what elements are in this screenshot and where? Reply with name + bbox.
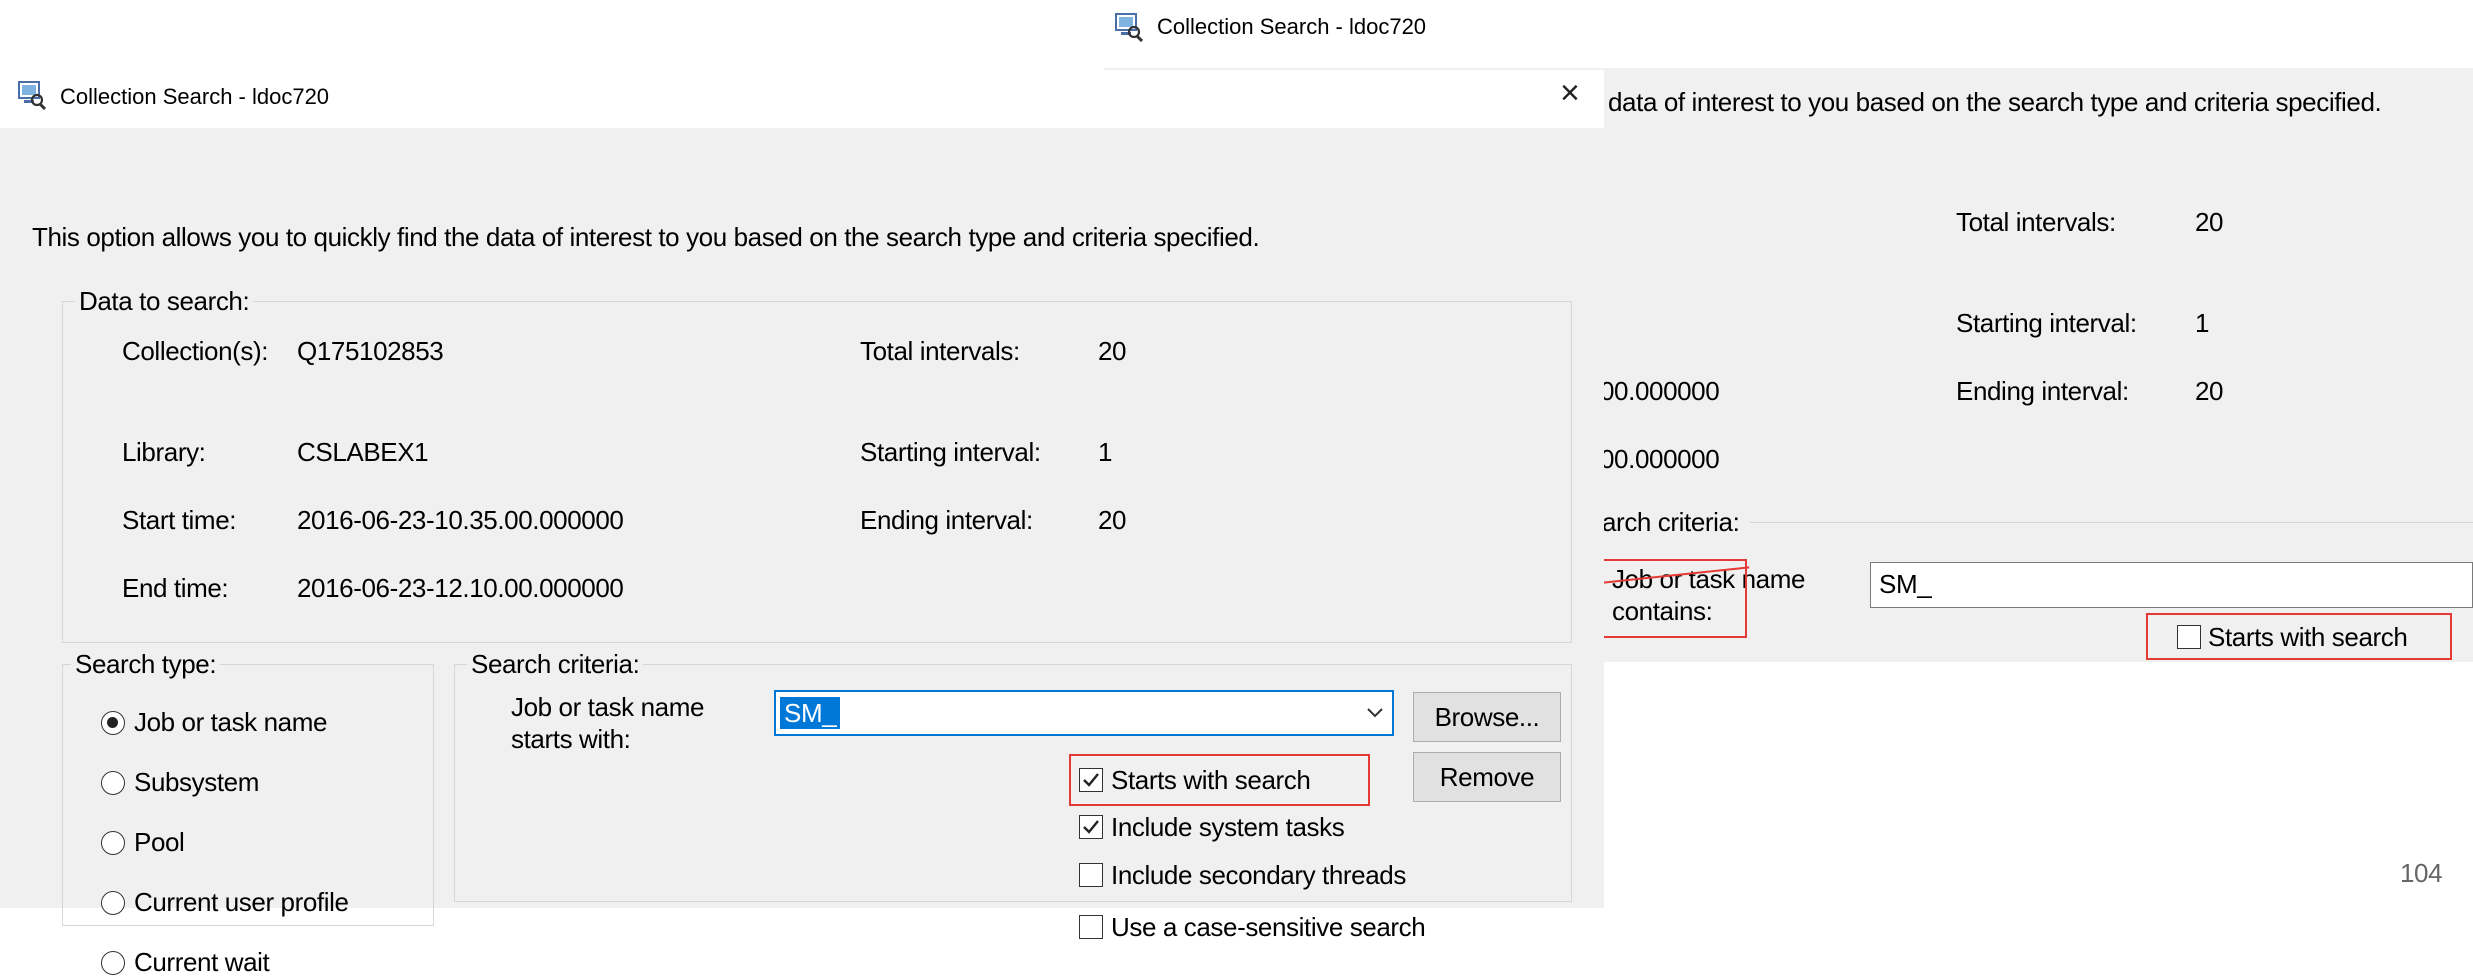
back-job-label-highlight (1600, 559, 1747, 638)
radio-selected-dot (107, 717, 118, 728)
dialog-client: This option allows you to quickly find t… (0, 128, 1604, 977)
back-end-time-value: 00.000000 (1600, 444, 1720, 474)
collection-label: Collection(s): (122, 336, 269, 366)
search-type-label: Current user profile (134, 887, 349, 917)
radio-job-or-task-name[interactable] (101, 711, 125, 735)
search-type-label: Pool (134, 827, 185, 857)
back-window-title: Collection Search - ldoc720 (1157, 14, 1427, 39)
job-name-combo[interactable]: SM_ (774, 690, 1394, 736)
chevron-down-icon[interactable] (1366, 706, 1384, 720)
back-search-combo[interactable]: SM_ (1870, 562, 2473, 608)
page-number: 104 (2400, 858, 2443, 888)
back-start-time-value: 00.000000 (1600, 376, 1720, 406)
radio-current-wait[interactable] (101, 951, 125, 975)
back-starting-interval-label: Starting interval: (1956, 308, 2137, 338)
collection-value: Q175102853 (297, 336, 444, 366)
starting-interval-value: 1 (1098, 437, 1113, 467)
back-total-intervals-label: Total intervals: (1956, 207, 2116, 237)
remove-button[interactable]: Remove (1413, 752, 1561, 802)
back-description: data of interest to you based on the sea… (1608, 87, 2382, 117)
radio-current-user-profile[interactable] (101, 891, 125, 915)
data-to-search-group (62, 301, 1572, 643)
end-time-label: End time: (122, 573, 229, 603)
start-time-value: 2016-06-23-10.35.00.000000 (297, 505, 624, 535)
job-name-label-line2: starts with: (511, 724, 631, 754)
library-value: CSLABEX1 (297, 437, 429, 467)
search-type-label: Current wait (134, 947, 270, 977)
case-sensitive-search-checkbox[interactable] (1079, 915, 1103, 939)
starting-interval-label: Starting interval: (860, 437, 1041, 467)
search-criteria-legend: Search criteria: (467, 649, 644, 679)
back-starting-interval-value: 1 (2195, 308, 2210, 338)
library-label: Library: (122, 437, 206, 467)
case-sensitive-search-label: Use a case-sensitive search (1111, 912, 1426, 942)
back-total-intervals-value: 20 (2195, 207, 2224, 237)
back-starts-with-label: Starts with search (2208, 622, 2408, 652)
end-time-value: 2016-06-23-12.10.00.000000 (297, 573, 624, 603)
ending-interval-label: Ending interval: (860, 505, 1033, 535)
back-search-value: SM_ (1879, 569, 1932, 599)
dialog-description: This option allows you to quickly find t… (32, 222, 1260, 252)
include-system-tasks-label: Include system tasks (1111, 812, 1345, 842)
starts-with-search-highlight (1069, 754, 1370, 806)
data-to-search-legend: Data to search: (75, 286, 254, 316)
back-starts-with-checkbox[interactable] (2177, 625, 2201, 649)
radio-subsystem[interactable] (101, 771, 125, 795)
app-icon (1115, 13, 1143, 42)
start-time-label: Start time: (122, 505, 237, 535)
dialog-title: Collection Search - ldoc720 (60, 84, 330, 109)
back-ending-interval-label: Ending interval: (1956, 376, 2129, 406)
back-criteria-legend: arch criteria: (1602, 507, 1740, 537)
include-secondary-threads-checkbox[interactable] (1079, 863, 1103, 887)
search-value-selection: SM_ (780, 697, 841, 729)
total-intervals-value: 20 (1098, 336, 1127, 366)
back-ending-interval-value: 20 (2195, 376, 2224, 406)
close-icon[interactable]: × (1560, 76, 1580, 110)
ending-interval-value: 20 (1098, 505, 1127, 535)
total-intervals-label: Total intervals: (860, 336, 1020, 366)
back-criteria-group-line (1750, 522, 2473, 523)
include-secondary-threads-label: Include secondary threads (1111, 860, 1406, 890)
browse-button[interactable]: Browse... (1413, 692, 1561, 742)
app-icon (18, 81, 46, 110)
checkmark-icon (1083, 820, 1099, 834)
job-name-label-line1: Job or task name (511, 692, 705, 722)
search-type-label: Job or task name (134, 707, 328, 737)
collection-search-dialog: Collection Search - ldoc720 × This optio… (0, 70, 1604, 977)
radio-pool[interactable] (101, 831, 125, 855)
search-type-legend: Search type: (71, 649, 221, 679)
include-system-tasks-checkbox[interactable] (1079, 815, 1103, 839)
search-type-label: Subsystem (134, 767, 260, 797)
